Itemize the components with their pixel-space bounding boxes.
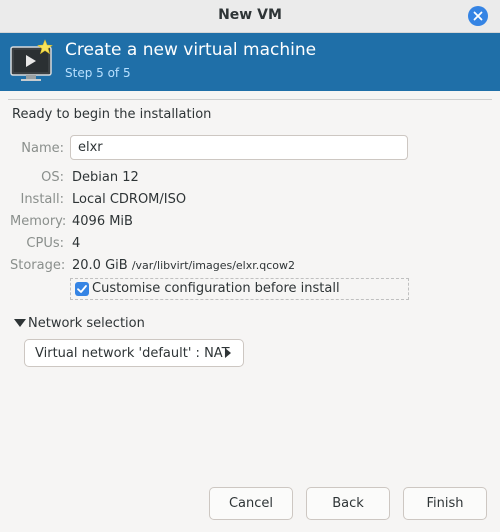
network-selection-value: Virtual network 'default' : NAT <box>35 346 230 361</box>
summary-heading: Ready to begin the installation <box>12 107 212 122</box>
name-field[interactable] <box>70 135 408 160</box>
memory-value: 4096 MiB <box>72 214 133 229</box>
window-title: New VM <box>218 7 282 23</box>
title-bar: New VM <box>0 0 500 33</box>
virtual-machine-icon <box>10 39 53 81</box>
triangle-right-icon <box>225 348 231 358</box>
customise-checkbox-row[interactable]: Customise configuration before install <box>70 278 409 300</box>
storage-path: /var/libvirt/images/elxr.qcow2 <box>131 259 296 272</box>
cancel-button[interactable]: Cancel <box>209 487 293 520</box>
back-button[interactable]: Back <box>306 487 390 520</box>
storage-value: 20.0 GiB /var/libvirt/images/elxr.qcow2 <box>72 258 295 273</box>
close-icon <box>473 11 483 21</box>
customise-checkbox[interactable] <box>75 282 89 296</box>
banner-title: Create a new virtual machine <box>65 40 317 60</box>
close-button[interactable] <box>468 6 488 26</box>
network-selection-label: Network selection <box>28 316 145 331</box>
os-value: Debian 12 <box>72 170 139 185</box>
separator <box>8 99 492 100</box>
cpus-label: CPUs: <box>26 236 64 251</box>
storage-size: 20.0 GiB <box>72 258 128 273</box>
storage-label: Storage: <box>10 258 66 273</box>
checkmark-icon <box>77 285 87 293</box>
install-value: Local CDROM/ISO <box>72 192 187 207</box>
step-indicator: Step 5 of 5 <box>65 66 131 80</box>
name-label: Name: <box>21 141 64 156</box>
install-label: Install: <box>20 192 64 207</box>
os-label: OS: <box>41 170 64 185</box>
customise-label: Customise configuration before install <box>92 281 340 296</box>
network-select-button[interactable]: Virtual network 'default' : NAT <box>24 339 244 367</box>
finish-button[interactable]: Finish <box>403 487 487 520</box>
memory-label: Memory: <box>10 214 67 229</box>
cpus-value: 4 <box>72 236 81 251</box>
triangle-down-icon <box>14 319 26 327</box>
wizard-banner: Create a new virtual machine Step 5 of 5 <box>0 33 500 91</box>
